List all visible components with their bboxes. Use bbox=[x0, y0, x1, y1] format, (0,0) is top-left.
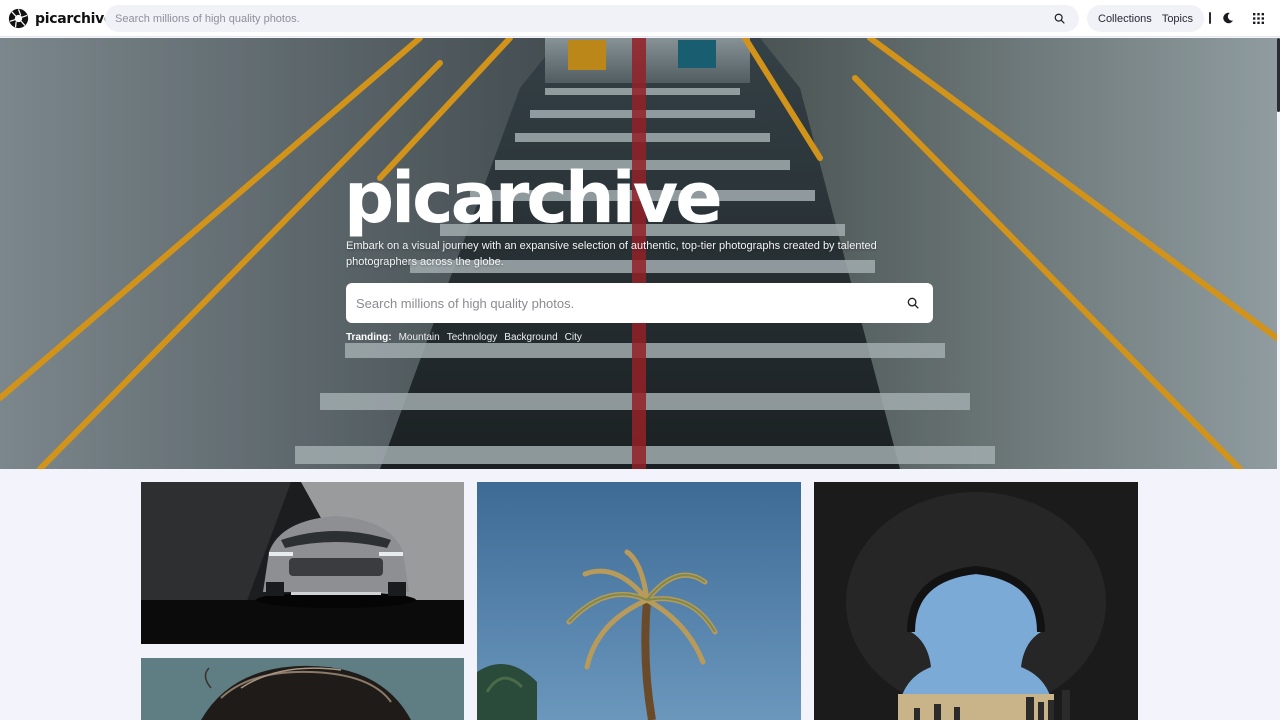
nav-link-collections[interactable]: Collections bbox=[1098, 13, 1152, 25]
photo-arch-image bbox=[814, 482, 1138, 720]
photo-car-image bbox=[141, 482, 464, 644]
header-search-input[interactable] bbox=[115, 12, 1051, 25]
hero-content: picarchive Embark on a visual journey wi… bbox=[344, 157, 936, 343]
photo-palm-image bbox=[477, 482, 801, 720]
moon-icon[interactable] bbox=[1220, 10, 1236, 26]
brand-name: picarchive bbox=[35, 10, 114, 27]
photo-gallery bbox=[141, 482, 1138, 720]
photo-portrait-image bbox=[141, 658, 464, 720]
aperture-icon bbox=[8, 8, 29, 29]
trending-tag-technology[interactable]: Technology bbox=[447, 332, 498, 343]
grid-icon[interactable] bbox=[1250, 10, 1266, 26]
photo-card-portrait[interactable] bbox=[141, 658, 464, 720]
trending-tags: Tranding: Mountain Technology Background… bbox=[346, 332, 936, 343]
photo-card-palm-tree[interactable] bbox=[477, 482, 801, 720]
photo-card-arch-skyline[interactable] bbox=[814, 482, 1138, 720]
hero-banner: picarchive Embark on a visual journey wi… bbox=[0, 38, 1277, 469]
search-icon[interactable] bbox=[905, 295, 921, 311]
hero-search-input[interactable] bbox=[356, 295, 905, 311]
photo-card-car[interactable] bbox=[141, 482, 464, 644]
brand-logo[interactable]: picarchive bbox=[8, 8, 113, 29]
trending-tag-city[interactable]: City bbox=[565, 332, 582, 343]
hero-title: picarchive bbox=[344, 157, 723, 239]
trending-label: Tranding: bbox=[346, 332, 392, 343]
hero-subtitle: Embark on a visual journey with an expan… bbox=[346, 240, 877, 268]
header-nav: Collections Topics bbox=[1087, 5, 1204, 32]
header-search-bar bbox=[105, 5, 1079, 32]
trending-tag-background[interactable]: Background bbox=[504, 332, 557, 343]
nav-divider bbox=[1209, 12, 1211, 24]
top-navigation-bar: picarchive Collections Topics bbox=[0, 0, 1280, 37]
trending-tag-mountain[interactable]: Mountain bbox=[399, 332, 440, 343]
search-icon[interactable] bbox=[1051, 11, 1067, 27]
hero-search-bar bbox=[346, 283, 933, 323]
nav-link-topics[interactable]: Topics bbox=[1162, 13, 1193, 25]
